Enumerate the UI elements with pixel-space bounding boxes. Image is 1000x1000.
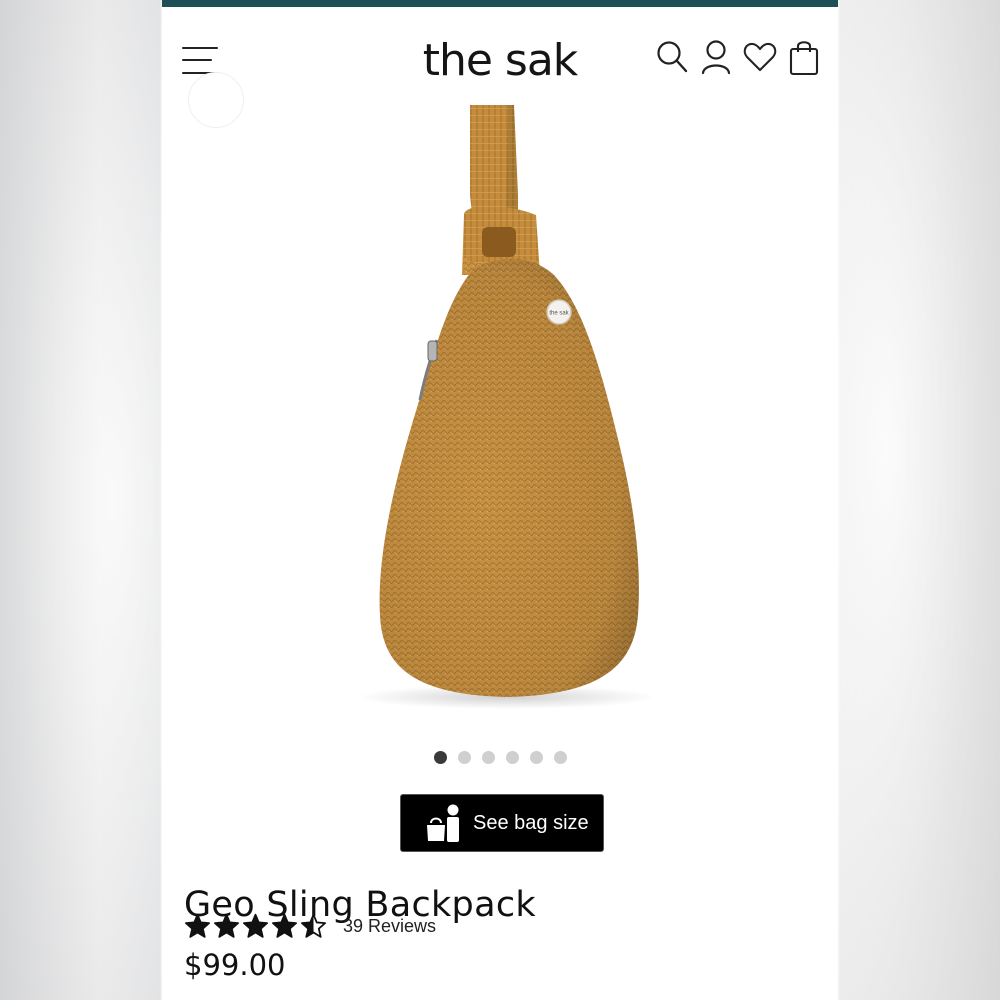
gallery-dot[interactable] — [481, 751, 495, 764]
star-full-icon — [243, 913, 268, 938]
bag-tag-text: the sak — [549, 311, 569, 317]
header-icons — [654, 37, 822, 77]
account-icon[interactable] — [698, 37, 734, 77]
mobile-page: the sak the sak See bag size Geo Sling B… — [162, 0, 838, 1000]
search-icon[interactable] — [654, 37, 690, 77]
background-left — [0, 0, 162, 1000]
shopping-bag-icon[interactable] — [786, 37, 822, 77]
bag-person-icon — [427, 804, 459, 842]
product-image[interactable]: the sak — [162, 105, 838, 725]
gallery-dot[interactable] — [433, 751, 447, 764]
background-right — [838, 0, 1000, 1000]
star-full-icon — [214, 913, 239, 938]
star-half-icon — [301, 913, 326, 938]
wishlist-heart-icon[interactable] — [742, 37, 778, 77]
star-rating — [184, 913, 327, 940]
product-rating: 39 Reviews — [184, 913, 436, 940]
gallery-dot[interactable] — [505, 751, 519, 764]
top-accent-strip — [162, 0, 838, 7]
gallery-dot[interactable] — [457, 751, 471, 764]
see-bag-size-button[interactable]: See bag size — [400, 794, 604, 852]
reviews-link[interactable]: 39 Reviews — [343, 916, 436, 937]
star-full-icon — [185, 913, 210, 938]
gallery-dot[interactable] — [553, 751, 567, 764]
gallery-dot[interactable] — [529, 751, 543, 764]
site-header: the sak — [162, 7, 838, 105]
product-price: $99.00 — [184, 948, 286, 982]
see-bag-size-label: See bag size — [473, 811, 589, 834]
star-full-icon — [272, 913, 297, 938]
gallery-dots — [162, 751, 838, 764]
